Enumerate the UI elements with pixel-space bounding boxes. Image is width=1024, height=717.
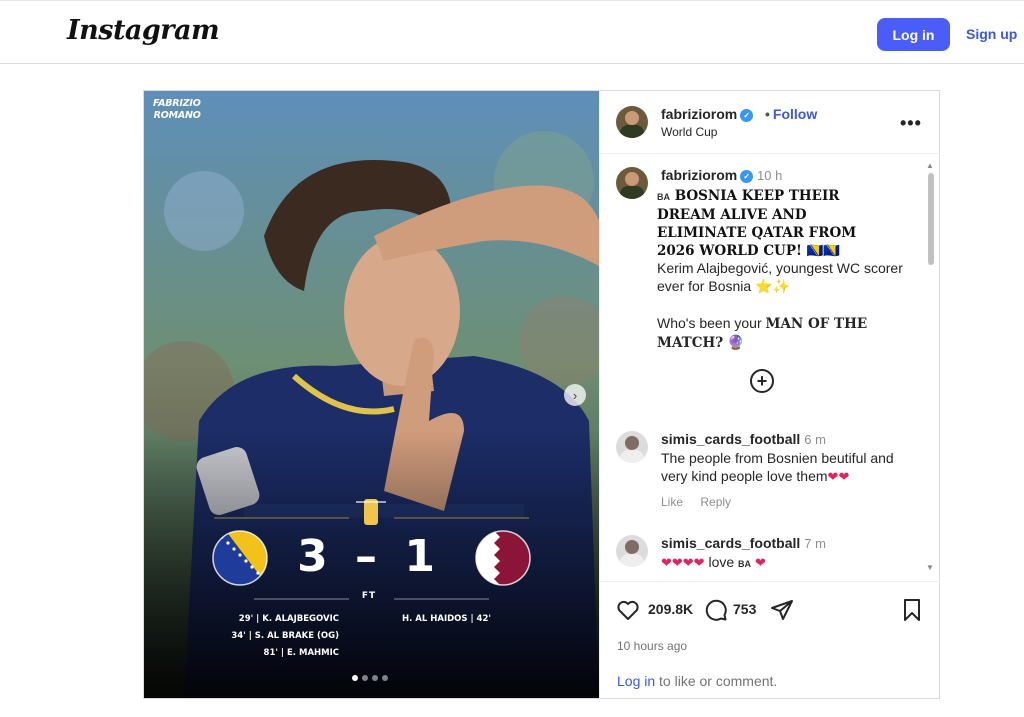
comments-scrollbar[interactable]: ▲ ▼ bbox=[925, 161, 937, 573]
post-header: fabriziorom ✓ • Follow World Cup ••• bbox=[600, 91, 940, 154]
commenter-avatar[interactable] bbox=[616, 431, 648, 463]
home-scorers: 29' | K. ALAJBEGOVIC 34' | S. AL BRAKE (… bbox=[204, 611, 339, 662]
fabrizio-romano-watermark: FABRIZIO ROMANO bbox=[153, 98, 201, 121]
match-status: FT bbox=[361, 591, 377, 601]
comment-bubble-icon[interactable] bbox=[704, 598, 728, 622]
verified-badge-icon: ✓ bbox=[740, 169, 754, 183]
match-score: 3 – 1 bbox=[297, 531, 441, 582]
more-options-icon[interactable]: ••• bbox=[900, 113, 922, 134]
carousel-indicator bbox=[352, 675, 388, 681]
save-bookmark-icon[interactable] bbox=[900, 598, 924, 622]
login-button[interactable]: Log in bbox=[877, 18, 950, 51]
commenter-avatar[interactable] bbox=[616, 535, 648, 567]
caption-username[interactable]: fabriziorom ✓ bbox=[661, 167, 754, 183]
login-to-comment-link[interactable]: Log in bbox=[617, 673, 655, 689]
comment-username[interactable]: simis_cards_football 6 m bbox=[661, 431, 826, 447]
scorer-line: 34' | S. AL BRAKE (OG) bbox=[231, 631, 339, 641]
post-details-panel: fabriziorom ✓ • Follow World Cup ••• fabri… bbox=[599, 91, 940, 698]
carousel-dot bbox=[382, 675, 388, 681]
author-avatar[interactable] bbox=[616, 106, 648, 138]
comments-section[interactable]: fabriziorom ✓ 10 h BA BOSNIA KEEP THEIR D… bbox=[600, 155, 940, 580]
scroll-up-arrow-icon[interactable]: ▲ bbox=[926, 161, 934, 170]
author-avatar[interactable] bbox=[616, 167, 648, 199]
verified-badge-icon: ✓ bbox=[740, 108, 754, 122]
load-more-comments-icon[interactable]: + bbox=[750, 369, 774, 393]
carousel-dot bbox=[362, 675, 368, 681]
carousel-dot bbox=[372, 675, 378, 681]
comment-text: ❤❤❤❤ love BA ❤ bbox=[661, 554, 766, 570]
author-username[interactable]: fabriziorom ✓ bbox=[661, 106, 754, 122]
comment-actions: Like Reply bbox=[661, 495, 745, 509]
scorer-line: 81' | E. MAHMIC bbox=[263, 648, 339, 658]
instagram-logo[interactable]: Instagram bbox=[67, 15, 220, 46]
share-paper-plane-icon[interactable] bbox=[770, 598, 794, 622]
comment-username[interactable]: simis_cards_football 7 m bbox=[661, 535, 826, 551]
comment-like-button[interactable]: Like bbox=[661, 495, 683, 509]
comment-reply-button[interactable]: Reply bbox=[700, 495, 731, 509]
caption-headline: BA BOSNIA KEEP THEIR DREAM ALIVE AND ELI… bbox=[657, 188, 857, 259]
comment-count[interactable]: 753 bbox=[733, 601, 756, 617]
like-heart-icon[interactable] bbox=[616, 598, 640, 622]
like-count[interactable]: 209.8K bbox=[648, 601, 693, 617]
top-navigation-bar: Instagram Log in Sign up bbox=[0, 0, 1024, 64]
comment-text: The people from Bosnien beutiful and ver… bbox=[661, 450, 894, 484]
post-timestamp[interactable]: 10 hours ago bbox=[617, 639, 687, 653]
caption-paragraph: Who's been your MAN OF THE MATCH? 🔮 bbox=[657, 315, 868, 351]
next-slide-button[interactable]: › bbox=[564, 384, 586, 406]
login-prompt: Log in to like or comment. bbox=[617, 673, 778, 689]
signup-link[interactable]: Sign up bbox=[966, 26, 1017, 42]
post-card: FABRIZIO ROMANO › 3 – 1 FT 29' | K. ALAJ… bbox=[143, 90, 940, 699]
caption-timestamp[interactable]: 10 h bbox=[757, 168, 782, 183]
scrollbar-thumb[interactable] bbox=[928, 173, 934, 265]
scroll-down-arrow-icon[interactable]: ▼ bbox=[926, 563, 934, 572]
scorer-line: 29' | K. ALAJBEGOVIC bbox=[238, 614, 339, 624]
bosnia-flag-emoji: BA bbox=[657, 192, 670, 202]
scorer-line: H. AL HAIDOS | 42' bbox=[402, 614, 491, 624]
match-graphic bbox=[144, 91, 599, 698]
post-media-image[interactable]: FABRIZIO ROMANO › 3 – 1 FT 29' | K. ALAJ… bbox=[144, 91, 599, 698]
post-location[interactable]: World Cup bbox=[661, 125, 717, 139]
follow-button[interactable]: • Follow bbox=[765, 106, 817, 122]
carousel-dot bbox=[352, 675, 358, 681]
caption-paragraph: Kerim Alajbegović, youngest WC scorer ev… bbox=[657, 260, 903, 294]
away-scorers: H. AL HAIDOS | 42' bbox=[402, 611, 522, 628]
